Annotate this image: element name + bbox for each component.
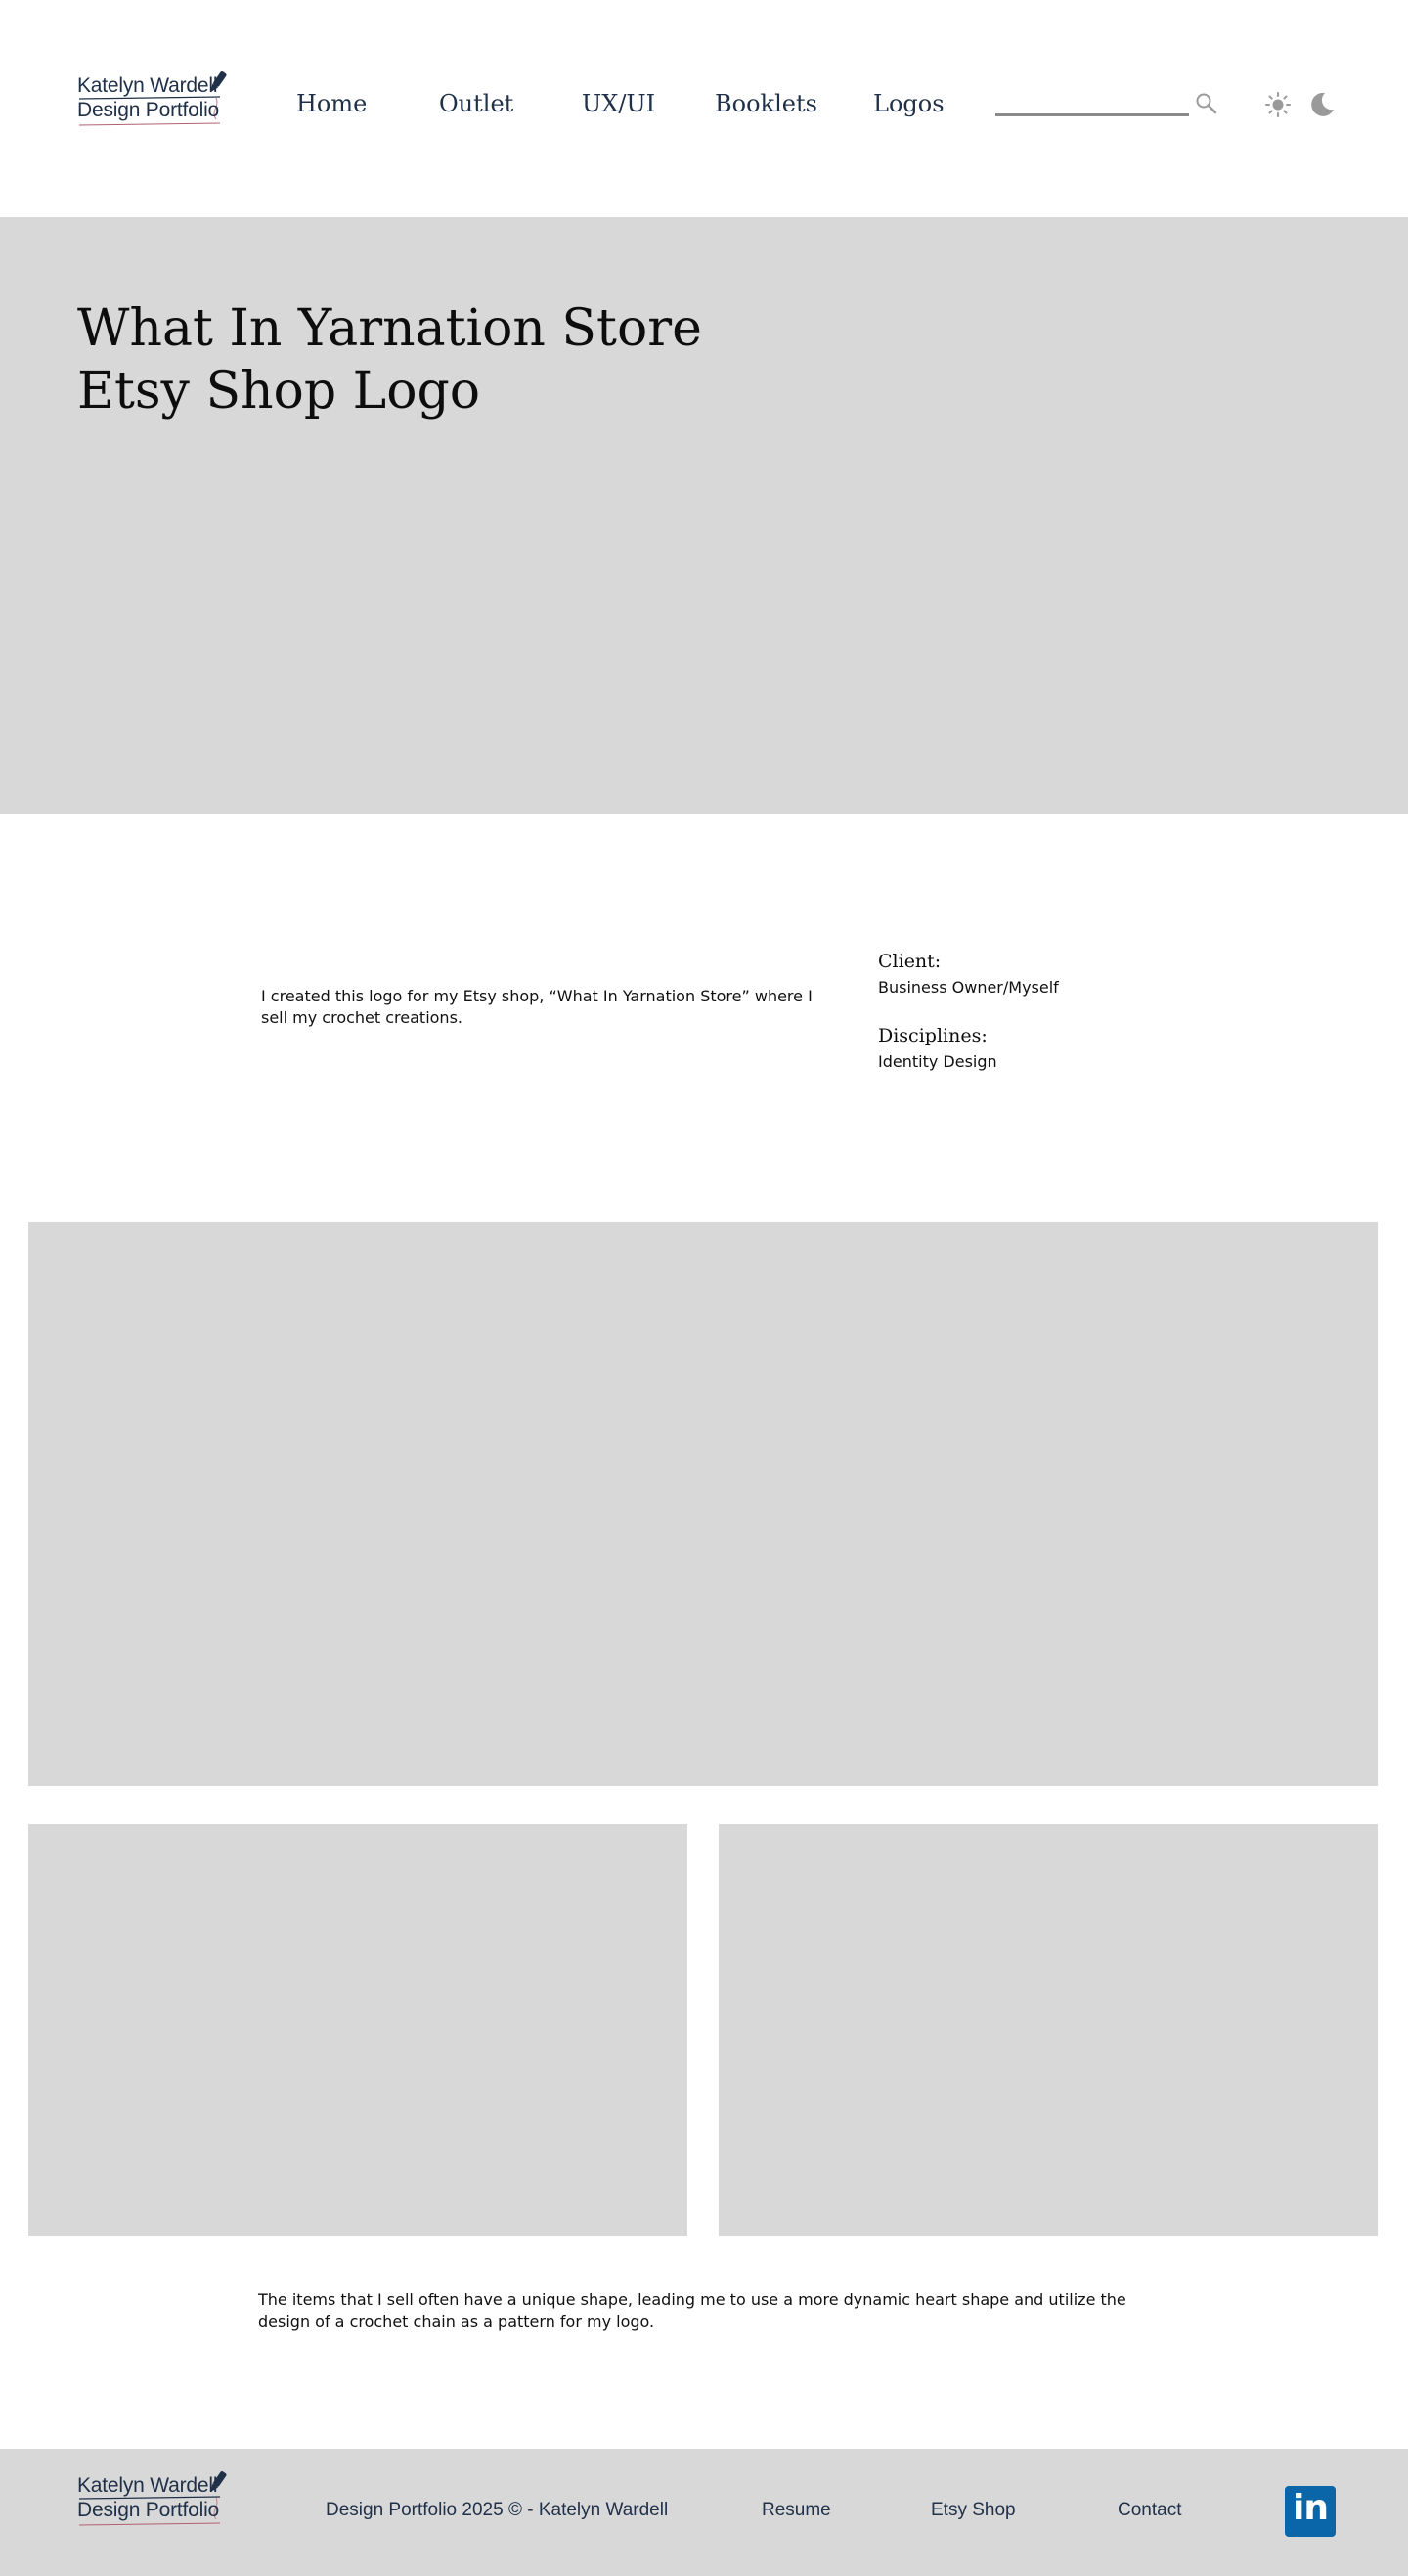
linkedin-icon[interactable]: in bbox=[1285, 2486, 1336, 2537]
footer-link-resume[interactable]: Resume bbox=[762, 2500, 831, 2521]
brand-tagline: Design Portfolio bbox=[77, 99, 220, 121]
nav-home[interactable]: Home bbox=[296, 90, 367, 117]
footer-link-contact[interactable]: Contact bbox=[1118, 2500, 1181, 2521]
footer-link-etsy-shop[interactable]: Etsy Shop bbox=[931, 2500, 1016, 2521]
brand-logo[interactable]: Katelyn Wardell Design Portfolio bbox=[73, 68, 240, 137]
search-icon[interactable] bbox=[1195, 92, 1218, 119]
nav-ux-ui[interactable]: UX/UI bbox=[582, 90, 655, 117]
gallery-image-large bbox=[28, 1222, 1378, 1786]
client-value: Business Owner/Myself bbox=[878, 978, 1059, 997]
linkedin-glyph: in bbox=[1293, 2488, 1329, 2528]
client-label: Client: bbox=[878, 951, 942, 972]
footer-brand-logo[interactable]: Katelyn Wardell Design Portfolio bbox=[73, 2468, 240, 2537]
moon-icon[interactable] bbox=[1307, 90, 1337, 123]
site-header: Katelyn Wardell Design Portfolio Home Ou… bbox=[0, 0, 1408, 217]
sun-icon[interactable] bbox=[1264, 91, 1292, 122]
hero-banner: What In Yarnation Store Etsy Shop Logo bbox=[0, 217, 1408, 814]
nav-logos[interactable]: Logos bbox=[873, 90, 945, 117]
search-input[interactable] bbox=[995, 113, 1189, 116]
project-description: I created this logo for my Etsy shop, “W… bbox=[261, 987, 813, 1027]
nav-outlet[interactable]: Outlet bbox=[439, 90, 513, 117]
brand-name: Katelyn Wardell bbox=[77, 74, 218, 97]
site-footer: Katelyn Wardell Design Portfolio Design … bbox=[0, 2449, 1408, 2576]
page-title-line-1: What In Yarnation Store bbox=[77, 299, 702, 358]
footer-brand-name: Katelyn Wardell bbox=[77, 2474, 218, 2497]
copyright-text: Design Portfolio 2025 © - Katelyn Wardel… bbox=[326, 2500, 669, 2520]
gallery-image-left bbox=[28, 1824, 687, 2236]
page-title-line-2: Etsy Shop Logo bbox=[77, 362, 481, 421]
gallery-image-right bbox=[719, 1824, 1378, 2236]
page-title: What In Yarnation Store Etsy Shop Logo bbox=[77, 297, 781, 422]
project-description-secondary: The items that I sell often have a uniqu… bbox=[258, 2290, 1126, 2331]
disciplines-value: Identity Design bbox=[878, 1052, 997, 1071]
nav-booklets[interactable]: Booklets bbox=[715, 90, 817, 117]
disciplines-label: Disciplines: bbox=[878, 1025, 988, 1046]
footer-brand-tagline: Design Portfolio bbox=[77, 2499, 220, 2521]
